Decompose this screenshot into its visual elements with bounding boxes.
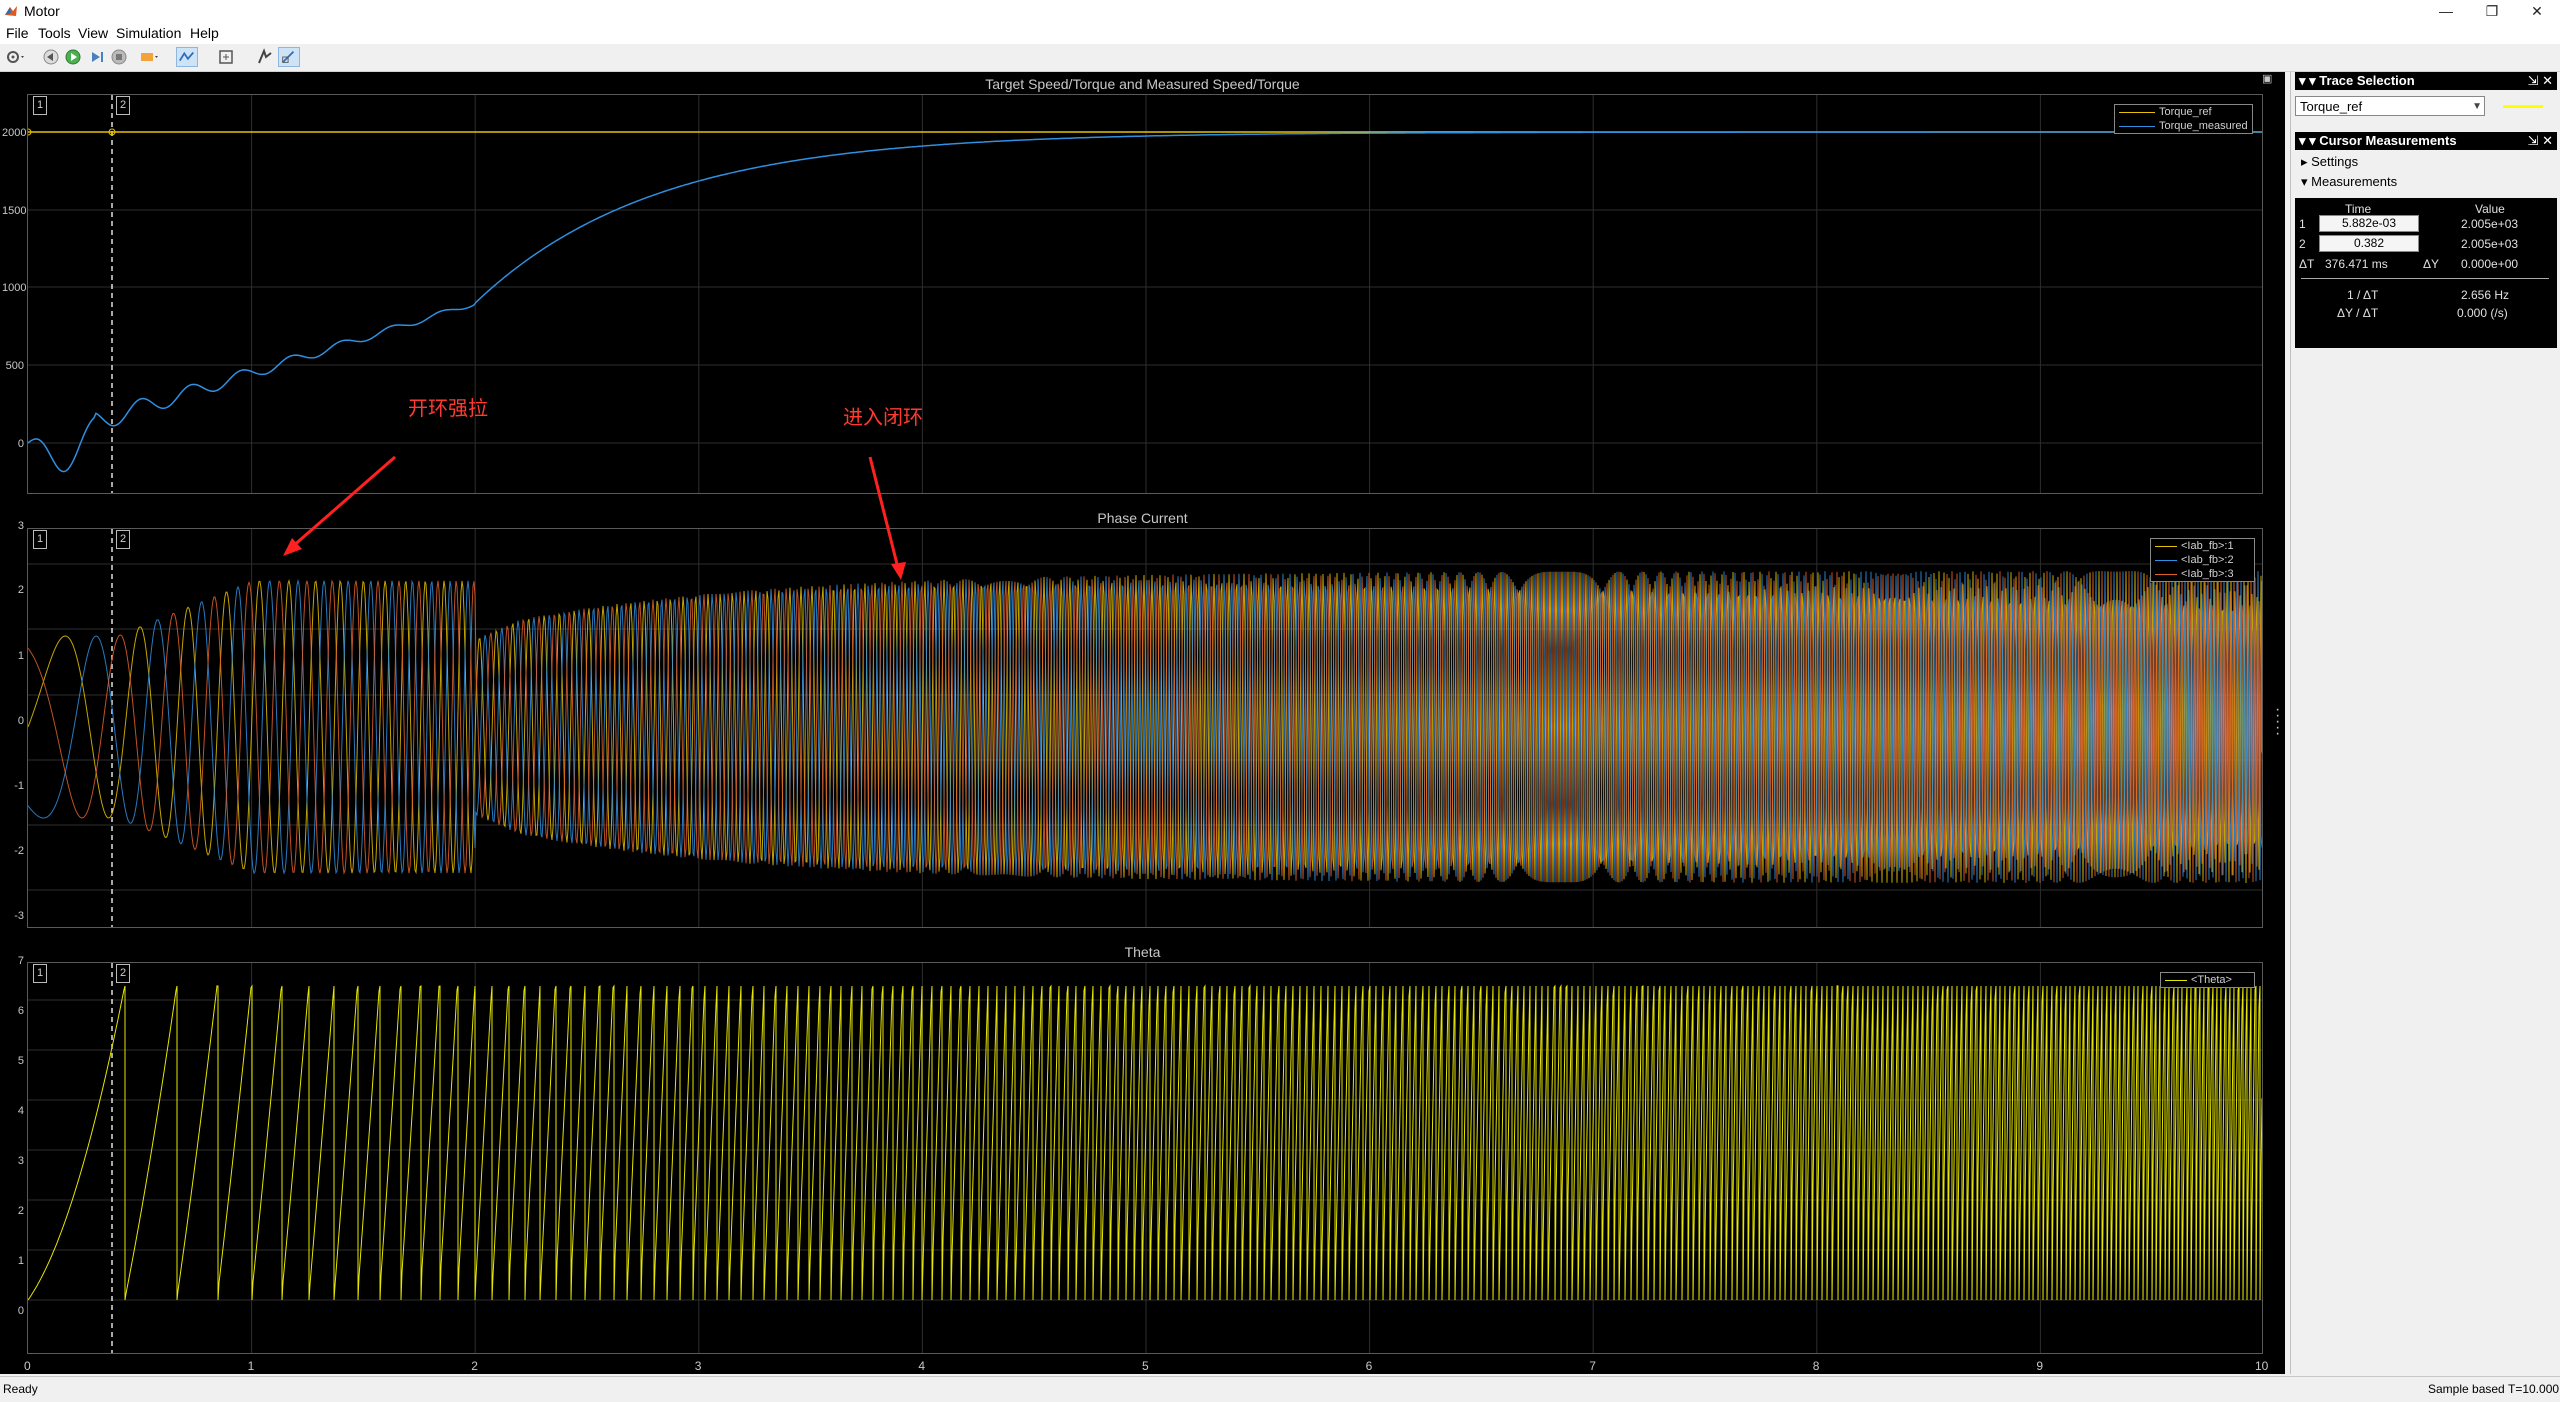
menu-view[interactable]: View: [78, 25, 108, 41]
status-text: Ready: [3, 1382, 38, 1396]
cursor1-time: 5.882e-03: [2341, 216, 2397, 230]
cursor-icon[interactable]: [254, 47, 276, 67]
scope-display: ▣ Target Speed/Torque and Measured Speed…: [0, 72, 2285, 1374]
fit-icon[interactable]: [216, 47, 238, 67]
inv-delta-t-value: 2.656 Hz: [2461, 288, 2510, 302]
settings-label: Settings: [2311, 154, 2359, 169]
toolbar: [0, 44, 2560, 72]
step-back-icon[interactable]: [40, 47, 62, 67]
measurement-panel: ▾ ▾ Trace Selection ⇲ ✕ Torque_ref ▼ ▾ ▾…: [2290, 72, 2560, 1374]
delta-t-label: ΔT: [2299, 257, 2315, 271]
annotation-arrows: [283, 455, 906, 580]
settings-toggle[interactable]: ▸ Settings: [2301, 154, 2358, 170]
col-time-header: Time: [2345, 202, 2372, 216]
close-window-button[interactable]: ✕: [2514, 0, 2560, 22]
menu-help[interactable]: Help: [190, 25, 219, 41]
step-forward-icon[interactable]: [86, 47, 108, 67]
trace-color-swatch: [2503, 105, 2543, 108]
panel-close-icon[interactable]: ⇲ ✕: [2528, 132, 2553, 150]
stop-icon[interactable]: [108, 47, 130, 67]
trace-selection-header: ▾ ▾ Trace Selection ⇲ ✕: [2295, 72, 2557, 90]
panel-splitter-grip[interactable]: · · · · ·: [2275, 702, 2280, 742]
inv-delta-t-label: 1 / ΔT: [2347, 288, 2379, 302]
delta-y-value: 0.000e+00: [2461, 257, 2519, 271]
dy-dt-value: 0.000 (/s): [2457, 306, 2508, 320]
title-bar: Motor — ❐ ✕: [0, 0, 2560, 22]
cursor2-value: 2.005e+03: [2461, 237, 2519, 251]
run-icon[interactable]: [62, 47, 84, 67]
cursor-measurements-header: ▾ ▾ Cursor Measurements ⇲ ✕: [2295, 132, 2557, 150]
matlab-icon: [5, 6, 17, 16]
chevron-down-icon: ▼: [2472, 101, 2482, 112]
cursor-measurements-title: Cursor Measurements: [2319, 133, 2457, 148]
status-mode: Sample based: [2428, 1382, 2505, 1396]
measurements-toggle[interactable]: ▾ Measurements: [2301, 174, 2397, 190]
arrow-closed-loop: [868, 456, 900, 569]
status-bar: Ready Sample based T=10.000: [0, 1376, 2560, 1402]
arrow-open-loop: [291, 455, 396, 549]
trace-select-dropdown[interactable]: Torque_ref ▼: [2295, 96, 2485, 116]
status-time: T=10.000: [2508, 1382, 2560, 1396]
delta-y-label: ΔY: [2423, 257, 2440, 271]
minimize-button[interactable]: —: [2423, 0, 2469, 22]
window-title: Motor: [24, 3, 60, 19]
trace-selection-title: Trace Selection: [2319, 73, 2415, 88]
settings-icon[interactable]: [4, 47, 26, 67]
cursor2-time: 0.382: [2353, 236, 2385, 250]
row1-index: 1: [2299, 217, 2306, 231]
menu-simulation[interactable]: Simulation: [116, 25, 181, 41]
cursor1-time-field[interactable]: 5.882e-03: [2319, 215, 2419, 232]
menu-tools[interactable]: Tools: [38, 25, 71, 41]
trace-select-value: Torque_ref: [2300, 99, 2363, 114]
menu-bar: File Tools View Simulation Help: [0, 22, 2560, 44]
delta-t-value: 376.471 ms: [2325, 257, 2388, 271]
divider: [2301, 278, 2549, 279]
panel-close-icon[interactable]: ⇲ ✕: [2528, 72, 2553, 90]
zoom-icon[interactable]: [176, 47, 198, 67]
col-value-header: Value: [2475, 202, 2505, 216]
measurements-table: Time Value 1 5.882e-03 2.005e+03 2 0.382…: [2295, 198, 2557, 348]
highlight-icon[interactable]: [138, 47, 160, 67]
row2-index: 2: [2299, 237, 2306, 251]
cursor1-value: 2.005e+03: [2461, 217, 2519, 231]
measurements-label: Measurements: [2311, 174, 2398, 189]
dy-dt-label: ΔY / ΔT: [2337, 306, 2379, 320]
menu-file[interactable]: File: [6, 25, 29, 41]
restore-button[interactable]: ❐: [2469, 0, 2515, 22]
measure-icon[interactable]: [278, 47, 300, 67]
cursor2-time-field[interactable]: 0.382: [2319, 235, 2419, 252]
arrowhead-closed-loop: [891, 562, 906, 580]
